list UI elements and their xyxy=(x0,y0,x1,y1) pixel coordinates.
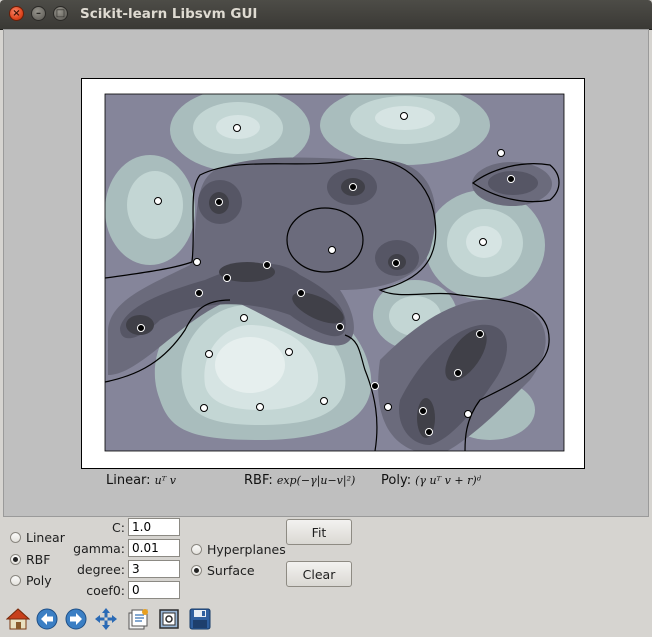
training-point-white xyxy=(205,350,213,358)
training-point-black xyxy=(392,259,400,267)
zoom-to-rect-button[interactable] xyxy=(155,605,183,633)
training-point-black xyxy=(349,183,357,191)
mode-radio-surface[interactable]: Surface xyxy=(191,563,255,578)
back-icon xyxy=(36,608,58,630)
minimize-icon: – xyxy=(36,7,41,19)
training-point-black xyxy=(263,261,271,269)
poly-kernel-formula: Poly: (γ uᵀ v + r)ᵈ xyxy=(381,473,481,488)
maximize-window-button[interactable]: □ xyxy=(53,6,68,21)
zoom-to-rect-icon xyxy=(159,609,179,629)
poly-formula-math: (γ uᵀ v + r)ᵈ xyxy=(415,474,482,487)
pan-button[interactable] xyxy=(92,605,120,633)
training-point-black xyxy=(297,289,305,297)
forward-button[interactable] xyxy=(62,605,90,633)
training-point-white xyxy=(285,348,293,356)
coef0-label: coef0: xyxy=(86,583,125,598)
training-point-black xyxy=(507,175,515,183)
clear-button[interactable]: Clear xyxy=(286,561,352,587)
save-button[interactable] xyxy=(186,605,214,633)
training-point-black xyxy=(425,428,433,436)
forward-icon xyxy=(65,608,87,630)
training-point-black xyxy=(336,323,344,331)
linear-formula-label: Linear: xyxy=(106,473,151,488)
degree-label: degree: xyxy=(76,562,125,577)
mode-radio-hyperplanes[interactable]: Hyperplanes xyxy=(191,542,286,557)
poly-formula-label: Poly: xyxy=(381,473,412,488)
training-point-black xyxy=(419,407,427,415)
training-point-white xyxy=(233,124,241,132)
back-button[interactable] xyxy=(33,605,61,633)
training-point-white xyxy=(240,314,248,322)
training-point-white xyxy=(479,238,487,246)
c-label: C: xyxy=(112,520,125,535)
training-point-black xyxy=(195,289,203,297)
radio-indicator-selected xyxy=(191,565,202,576)
close-icon: × xyxy=(12,7,21,19)
training-point-black xyxy=(215,198,223,206)
gamma-input[interactable] xyxy=(128,539,180,557)
training-point-black xyxy=(454,369,462,377)
mode-radio-hyperplanes-label: Hyperplanes xyxy=(207,542,286,557)
training-point-white xyxy=(412,313,420,321)
title-bar: × – □ Scikit-learn Libsvm GUI xyxy=(0,0,652,30)
training-point-black xyxy=(223,274,231,282)
training-point-white xyxy=(154,197,162,205)
configure-subplots-icon xyxy=(128,609,148,630)
training-point-black xyxy=(371,382,379,390)
gamma-label: gamma: xyxy=(73,541,125,556)
training-point-white xyxy=(200,404,208,412)
window-title: Scikit-learn Libsvm GUI xyxy=(80,6,258,22)
decision-surface[interactable] xyxy=(105,85,564,455)
coef0-input[interactable] xyxy=(128,581,180,599)
training-point-white xyxy=(193,258,201,266)
save-icon xyxy=(189,608,211,630)
training-point-white xyxy=(320,397,328,405)
light-contour-level-4 xyxy=(215,337,285,393)
training-point-white xyxy=(464,410,472,418)
radio-indicator xyxy=(10,575,21,586)
training-point-white xyxy=(256,403,264,411)
rbf-kernel-formula: RBF: exp(−γ|u−v|²) xyxy=(244,473,355,488)
home-button[interactable] xyxy=(4,605,32,633)
training-point-white xyxy=(384,403,392,411)
radio-indicator-selected xyxy=(10,554,21,565)
training-point-white xyxy=(497,149,505,157)
radio-indicator xyxy=(191,544,202,555)
degree-input[interactable] xyxy=(128,560,180,578)
radio-indicator xyxy=(10,532,21,543)
configure-subplots-button[interactable] xyxy=(124,605,152,633)
home-icon xyxy=(6,608,30,630)
training-point-black xyxy=(137,324,145,332)
linear-formula-math: uᵀ v xyxy=(154,474,176,487)
minimize-window-button[interactable]: – xyxy=(31,6,46,21)
training-point-black xyxy=(476,330,484,338)
linear-kernel-formula: Linear: uᵀ v xyxy=(106,473,176,488)
mode-radio-surface-label: Surface xyxy=(207,563,255,578)
training-point-white xyxy=(400,112,408,120)
maximize-icon: □ xyxy=(55,7,66,19)
rbf-formula-math: exp(−γ|u−v|²) xyxy=(276,474,356,487)
pan-icon xyxy=(95,608,117,630)
training-point-white xyxy=(328,246,336,254)
close-window-button[interactable]: × xyxy=(9,6,24,21)
c-input[interactable] xyxy=(128,518,180,536)
rbf-formula-label: RBF: xyxy=(244,473,273,488)
fit-button[interactable]: Fit xyxy=(286,519,352,545)
